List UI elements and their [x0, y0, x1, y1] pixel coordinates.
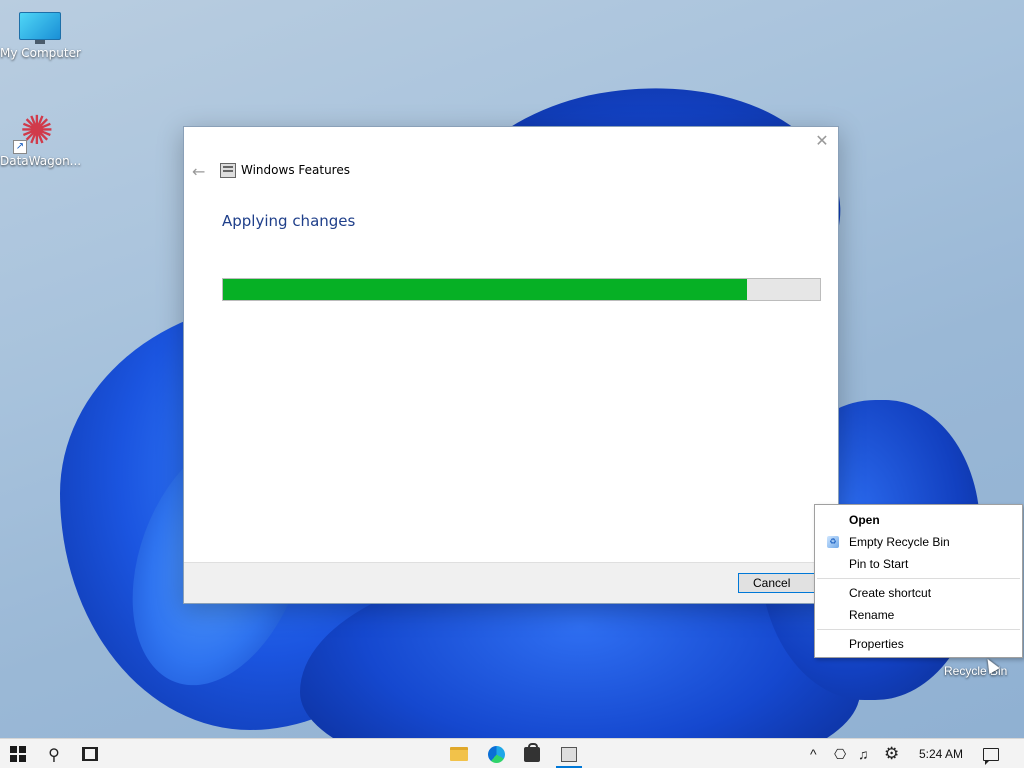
taskbar-store[interactable]	[514, 739, 550, 768]
clock[interactable]: 5:24 AM	[919, 739, 963, 768]
context-menu: Open ♻ Empty Recycle Bin Pin to Start Cr…	[814, 504, 1023, 658]
menu-item-create-shortcut[interactable]: Create shortcut	[815, 582, 1022, 604]
recycle-bin-icon: ♻	[827, 536, 839, 548]
settings-button[interactable]: ⚙	[884, 739, 899, 768]
gear-icon: ⚙	[884, 744, 900, 763]
menu-item-pin-to-start[interactable]: Pin to Start	[815, 553, 1022, 575]
datawagon-logo-icon: ✺ ↗	[13, 110, 63, 154]
progress-bar	[222, 278, 821, 301]
menu-item-label: Rename	[849, 608, 895, 622]
network-icon: ⎔	[834, 745, 847, 762]
menu-item-label: Empty Recycle Bin	[849, 535, 950, 549]
chevron-up-icon: ^	[810, 746, 817, 762]
search-icon: ⚲	[48, 744, 60, 764]
desktop-icon-label: DataWagon...	[0, 154, 82, 168]
start-button[interactable]	[0, 739, 36, 768]
back-arrow-icon[interactable]: ←	[192, 162, 205, 181]
menu-item-label: Create shortcut	[849, 586, 932, 600]
menu-item-label: Open	[849, 513, 880, 527]
menu-item-label: Properties	[849, 637, 904, 651]
folder-icon	[450, 747, 468, 761]
notification-icon	[983, 747, 999, 765]
windows-features-dialog: ✕ ← Windows Features Applying changes Ca…	[183, 126, 839, 604]
menu-item-open[interactable]: Open	[815, 509, 1022, 531]
network-button[interactable]: ⎔	[834, 739, 846, 768]
dialog-title: Windows Features	[241, 163, 350, 177]
windows-logo-icon	[10, 746, 26, 762]
show-hidden-icons-button[interactable]: ^	[810, 739, 817, 768]
menu-separator	[817, 629, 1020, 630]
progress-bar-fill	[223, 279, 747, 300]
menu-item-empty-recycle-bin[interactable]: ♻ Empty Recycle Bin	[815, 531, 1022, 553]
computer-icon	[19, 12, 61, 44]
store-bag-icon	[524, 742, 540, 762]
windows-features-icon	[561, 746, 577, 762]
taskbar-file-explorer[interactable]	[441, 739, 477, 768]
menu-item-rename[interactable]: Rename	[815, 604, 1022, 626]
menu-item-properties[interactable]: Properties	[815, 633, 1022, 655]
edge-browser-icon	[487, 745, 505, 763]
menu-item-label: Pin to Start	[849, 557, 909, 571]
windows-features-icon	[220, 163, 236, 178]
desktop-icon-datawagon[interactable]: ✺ ↗ DataWagon...	[0, 110, 82, 168]
search-button[interactable]: ⚲	[36, 739, 72, 768]
close-icon[interactable]: ✕	[814, 131, 830, 151]
shortcut-arrow-icon: ↗	[13, 140, 27, 154]
desktop-icon-my-computer[interactable]: My Computer	[0, 12, 81, 60]
dialog-heading: Applying changes	[222, 212, 356, 230]
notifications-button[interactable]	[983, 739, 999, 768]
taskbar-edge[interactable]	[478, 739, 514, 768]
volume-icon: ♫	[858, 746, 869, 762]
desktop-icon-label: My Computer	[0, 46, 81, 60]
task-view-icon	[82, 747, 98, 761]
menu-separator	[817, 578, 1020, 579]
dialog-footer: Cancel	[184, 562, 838, 603]
taskbar: ⚲ ^ ⎔ ♫ ⚙ 5:24 AM	[0, 738, 1024, 768]
task-view-button[interactable]	[72, 739, 108, 768]
cancel-button[interactable]: Cancel	[738, 573, 818, 593]
taskbar-windows-features[interactable]	[551, 739, 587, 768]
volume-button[interactable]: ♫	[858, 739, 869, 768]
